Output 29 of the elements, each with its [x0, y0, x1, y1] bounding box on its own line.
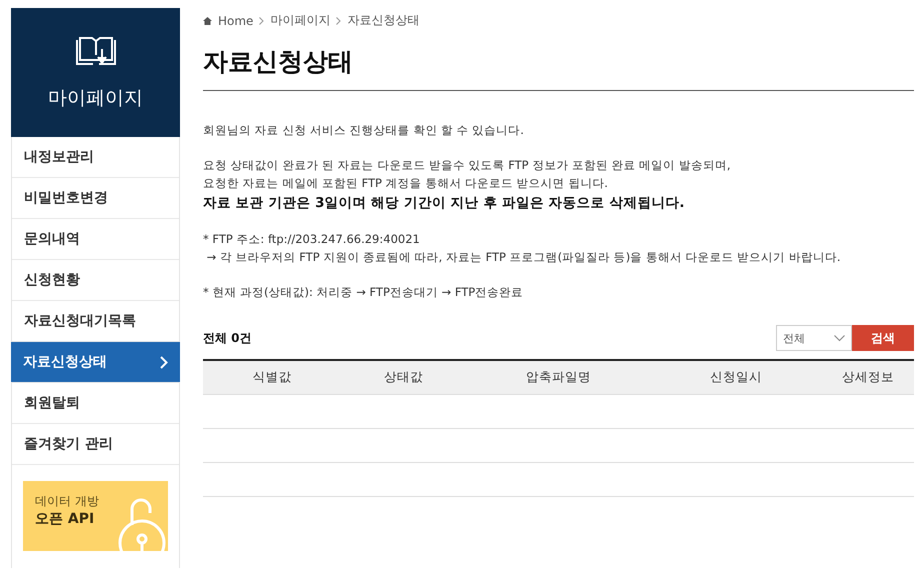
home-icon — [203, 16, 212, 24]
chevron-down-icon — [834, 334, 845, 342]
chevron-right-icon — [259, 16, 264, 24]
breadcrumb-link[interactable]: 마이페이지 — [270, 12, 330, 29]
info-text: 요청한 자료는 메일에 포함된 FTP 계정을 통해서 다운로드 받으시면 됩니다. — [203, 176, 609, 191]
info-text: 자료 보관 기관은 3일이며 해당 기간이 지난 후 파일은 자동으로 삭제됩니다. — [203, 194, 686, 212]
info-text: * FTP 주소: ftp://203.247.66.29:40021 — [203, 232, 421, 247]
banner-text: 데이터 개방 — [35, 493, 100, 510]
open-api-banner[interactable]: 데이터 개방 오픈 API — [23, 481, 168, 551]
total-count: 전체 0건 — [203, 330, 252, 346]
page-title: 자료신청상태 — [203, 45, 914, 91]
sidebar-item[interactable]: 자료신청상태 — [11, 342, 180, 383]
chevron-right-icon — [336, 16, 342, 24]
column-header: 상세정보 — [841, 369, 896, 386]
info-text: * 현재 과정(상태값): 처리중 → FTP전송대기 → FTP전송완료 — [203, 285, 524, 300]
breadcrumb-link[interactable]: Home — [218, 14, 254, 28]
banner-title: 오픈 API — [35, 510, 96, 528]
column-header: 신청일시 — [709, 369, 764, 386]
info-text: 회원님의 자료 신청 서비스 진행상태를 확인 할 수 있습니다. — [203, 123, 525, 138]
column-header: 식별값 — [251, 369, 292, 386]
search-button[interactable]: 검색 — [852, 325, 914, 351]
breadcrumb-link[interactable]: 자료신청상태 — [347, 12, 420, 29]
filter-dropdown[interactable]: 전체 — [776, 325, 852, 351]
column-header: 압축파일명 — [524, 369, 592, 386]
chevron-right-icon — [160, 356, 168, 368]
info-text: 요청 상태값이 완료가 된 자료는 다운로드 받을수 있도록 FTP 정보가 포함된 완료 메일이 발송되며, — [203, 158, 732, 173]
column-header: 상태값 — [383, 369, 424, 386]
sidebar-title: 마이페이지 — [48, 86, 143, 110]
info-text: → 각 브라우저의 FTP 지원이 종료됨에 따라, 자료는 FTP 프로그램(파일질라 등)을 통해서 다운로드 받으시기 바랍니다. — [206, 250, 842, 265]
